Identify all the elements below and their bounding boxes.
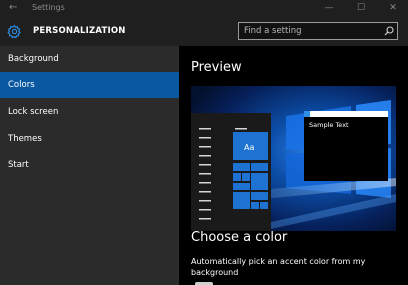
- sidebar: Background Colors Lock screen Themes Sta…: [0, 46, 179, 285]
- settings-window: ← Settings — ☐ ✕ PERSONALIZATION Find a …: [0, 0, 408, 285]
- search-icon[interactable]: [384, 26, 394, 36]
- sidebar-item-themes[interactable]: Themes: [0, 126, 179, 152]
- preview-tile-label: Aa: [244, 143, 254, 152]
- preview-desktop-image: Aa Sample Text: [191, 86, 396, 231]
- sidebar-item-lock-screen[interactable]: Lock screen: [0, 99, 179, 125]
- title-bar: ← Settings — ☐ ✕: [0, 0, 408, 16]
- page-title: PERSONALIZATION: [33, 26, 126, 36]
- preview-window-text: Sample Text: [309, 121, 349, 129]
- back-arrow-icon[interactable]: ←: [9, 1, 17, 15]
- sidebar-item-background[interactable]: Background: [0, 46, 179, 72]
- sidebar-item-label: Background: [8, 54, 59, 64]
- sidebar-item-label: Lock screen: [8, 107, 59, 117]
- main-content: Preview Aa Sample Text Choose a color Au…: [179, 46, 408, 285]
- minimize-button[interactable]: —: [318, 0, 340, 16]
- sidebar-item-label: Start: [8, 160, 29, 170]
- maximize-button[interactable]: ☐: [350, 0, 372, 16]
- sidebar-item-colors[interactable]: Colors: [0, 72, 179, 98]
- color-preview: Aa Sample Text: [191, 86, 396, 231]
- search-input[interactable]: Find a setting: [244, 25, 302, 38]
- search-box[interactable]: Find a setting: [238, 22, 398, 40]
- sidebar-item-label: Themes: [8, 134, 42, 144]
- window-title: Settings: [32, 3, 65, 12]
- settings-header: PERSONALIZATION Find a setting: [0, 16, 408, 46]
- sidebar-item-start[interactable]: Start: [0, 152, 179, 178]
- gear-icon: [7, 24, 21, 39]
- close-button[interactable]: ✕: [382, 0, 404, 16]
- sidebar-item-label: Colors: [8, 80, 35, 90]
- auto-accent-label: Automatically pick an accent color from …: [191, 257, 366, 277]
- preview-heading: Preview: [191, 60, 242, 75]
- choose-color-heading: Choose a color: [191, 230, 288, 245]
